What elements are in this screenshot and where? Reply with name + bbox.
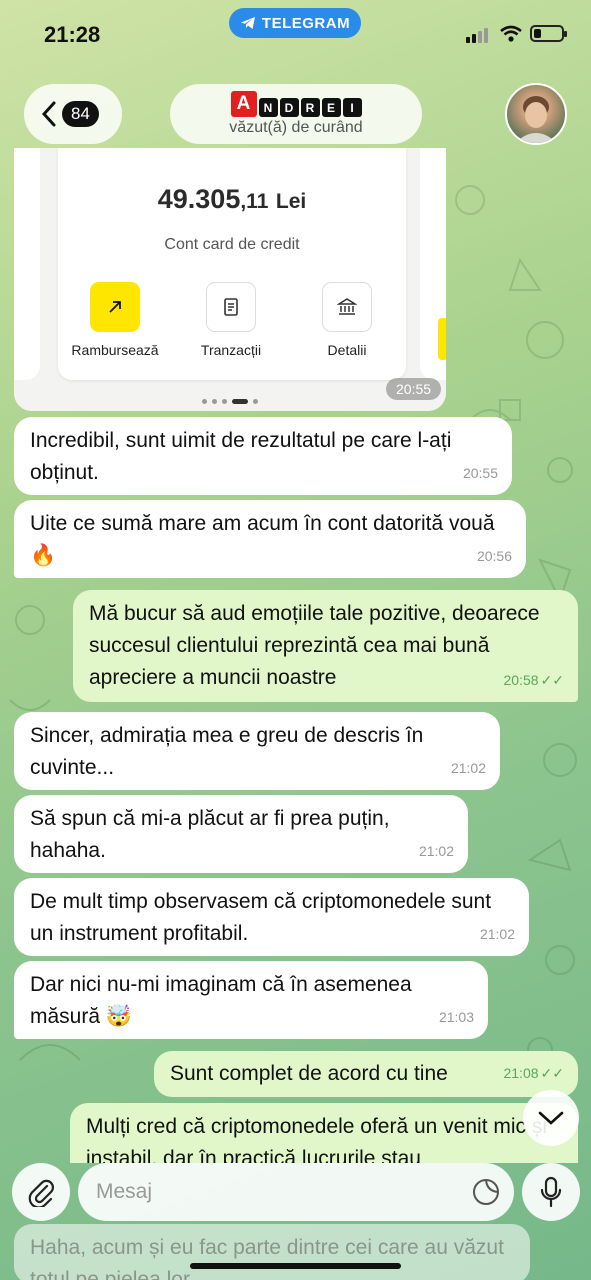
account-amount: 49.305,11 Lei [157,184,307,214]
bank-icon [322,282,372,332]
image-message[interactable]: 49.305,11 Lei Cont card de credit Rambur… [14,148,446,411]
action-tranzactii: Tranzacții [176,282,286,358]
message-bubble-outgoing[interactable]: Mulți cred că criptomonedele oferă un ve… [70,1103,578,1163]
avatar[interactable] [505,83,567,145]
battery-icon [530,25,567,42]
message-text: Haha, acum și eu fac parte dintre cei ca… [30,1236,504,1280]
composer-bar: Mesaj [0,1163,591,1223]
message-text: Dar nici nu-mi imaginam că în asemenea m… [30,973,412,1028]
message-bubble-incoming[interactable]: Dar nici nu-mi imaginam că în asemenea m… [14,961,488,1039]
message-text: Mă bucur să aud emoțiile tale pozitive, … [89,602,540,689]
chevron-down-icon [538,1111,564,1125]
status-bar: 21:28 TELEGRAM [0,0,591,64]
action-label: Rambursează [71,342,159,358]
account-label: Cont card de credit [164,236,300,253]
telegram-pill-label: TELEGRAM [261,14,351,32]
message-text: Sincer, admirația mea e greu de descris … [30,724,424,779]
message-bubble-outgoing[interactable]: Sunt complet de acord cu tine 21:08 ✓✓ [154,1051,578,1097]
message-time: 21:02 [479,926,515,942]
attach-button[interactable] [12,1163,70,1221]
contact-name-letter: I [342,98,362,117]
contact-name-letter: N [258,98,278,117]
contact-name-letter: E [321,98,341,117]
chat-title[interactable]: A N D R E I văzut(ă) de curând [170,84,422,144]
signal-icon [466,28,488,43]
message-bubble-incoming[interactable]: Uite ce sumă mare am acum în cont datori… [14,500,526,578]
message-text: Să spun că mi-a plăcut ar fi prea puțin,… [30,807,390,862]
message-time: 20:55 [386,378,442,400]
message-time: 20:55 [462,465,498,481]
message-bubble-incoming[interactable]: Incredibil, sunt uimit de rezultatul pe … [14,417,512,495]
message-time: 21:03 [438,1009,474,1025]
message-text: Mulți cred că criptomonedele oferă un ve… [86,1115,548,1163]
message-bubble-outgoing[interactable]: Mă bucur să aud emoțiile tale pozitive, … [73,590,578,702]
card-edge [420,148,446,380]
message-bubble-incoming[interactable]: Sincer, admirația mea e greu de descris … [14,712,500,790]
message-bubble-incoming[interactable]: De mult timp observasem că criptomonedel… [14,878,529,956]
document-icon [206,282,256,332]
unread-count-badge: 84 [62,101,99,127]
message-time: 21:02 [450,760,486,776]
message-bubble-incoming[interactable]: Să spun că mi-a plăcut ar fi prea puțin,… [14,795,468,873]
arrow-up-right-icon [90,282,140,332]
message-text: Uite ce sumă mare am acum în cont datori… [30,512,495,567]
microphone-button[interactable] [522,1163,580,1221]
telegram-plane-icon [240,17,255,29]
double-check-icon: ✓✓ [540,1065,564,1081]
home-indicator[interactable] [190,1263,401,1269]
wifi-icon [500,25,522,42]
contact-name: A N D R E I [230,91,362,117]
contact-name-letter: D [279,98,299,117]
back-button[interactable]: 84 [24,84,122,144]
carousel-dots [14,399,446,404]
action-label: Detalii [327,342,367,358]
bank-screenshot: 49.305,11 Lei Cont card de credit Rambur… [14,148,446,411]
card-edge [14,148,40,380]
scroll-down-button[interactable] [523,1090,579,1146]
message-time: 20:56 [476,548,512,564]
last-seen-status: văzut(ă) de curând [229,119,363,136]
message-time-with-check: 21:08 ✓✓ [503,1065,564,1081]
message-input-placeholder: Mesaj [96,1180,153,1203]
contact-name-letter: R [300,98,320,117]
double-check-icon: ✓✓ [540,672,564,688]
chevron-left-icon [42,101,56,127]
contact-name-letter: A [230,91,257,117]
telegram-app-pill[interactable]: TELEGRAM [229,8,361,38]
microphone-icon [540,1176,562,1208]
action-label: Tranzacții [200,342,262,358]
message-bubble-incoming[interactable]: Haha, acum și eu fac parte dintre cei ca… [14,1224,530,1280]
message-text: Incredibil, sunt uimit de rezultatul pe … [30,429,452,484]
message-time: 21:02 [418,843,454,859]
message-input[interactable]: Mesaj [78,1163,514,1221]
credit-card-panel: 49.305,11 Lei Cont card de credit Rambur… [58,148,406,380]
action-rambursare: Rambursează [60,282,170,358]
avatar-photo [515,96,557,143]
message-text: De mult timp observasem că criptomonedel… [30,890,492,945]
status-time: 21:28 [44,22,101,47]
sticker-icon[interactable] [471,1177,501,1207]
action-detalii: Detalii [292,282,402,358]
message-time-with-check: 20:58 ✓✓ [503,672,564,688]
paperclip-icon [28,1179,54,1207]
